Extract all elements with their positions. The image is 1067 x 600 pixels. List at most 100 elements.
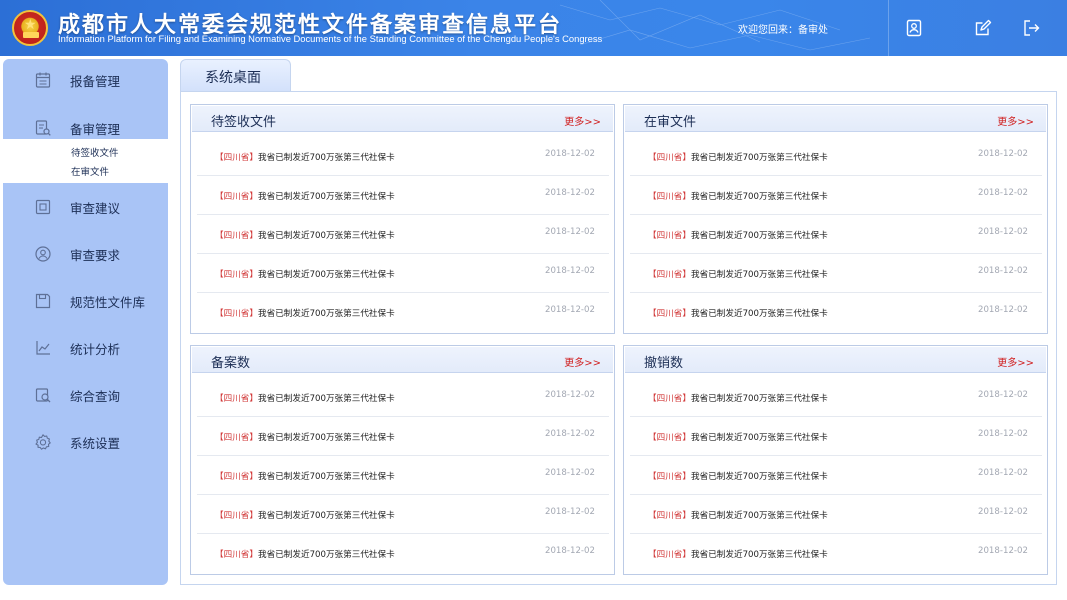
item-title[interactable]: 我省已制发近700万张第三代社保卡 — [258, 431, 395, 443]
item-title[interactable]: 我省已制发近700万张第三代社保卡 — [691, 470, 828, 482]
sidebar-item-label: 规范性文件库 — [70, 295, 146, 310]
item-date: 2018-12-02 — [978, 188, 1028, 198]
region-tag: 【四川省】 — [648, 433, 691, 443]
save-icon — [35, 293, 51, 309]
sidebar-item-suggestions[interactable]: 审查建议 — [3, 186, 168, 226]
region-tag: 【四川省】 — [215, 309, 258, 319]
item-date: 2018-12-02 — [545, 149, 595, 159]
logout-icon — [1024, 20, 1040, 36]
item-date: 2018-12-02 — [978, 266, 1028, 276]
item-date: 2018-12-02 — [978, 507, 1028, 517]
list-item[interactable]: 【四川省】 我省已制发近700万张第三代社保卡 2018-12-02 — [630, 176, 1042, 215]
item-title[interactable]: 我省已制发近700万张第三代社保卡 — [691, 548, 828, 560]
item-title[interactable]: 我省已制发近700万张第三代社保卡 — [258, 268, 395, 280]
more-link[interactable]: 更多>> — [564, 354, 601, 369]
sidebar-item-settings[interactable]: 系统设置 — [3, 421, 168, 461]
list-item[interactable]: 【四川省】 我省已制发近700万张第三代社保卡 2018-12-02 — [630, 378, 1042, 417]
region-tag: 【四川省】 — [215, 231, 258, 241]
item-date: 2018-12-02 — [545, 305, 595, 315]
region-tag: 【四川省】 — [215, 433, 258, 443]
list-item[interactable]: 【四川省】 我省已制发近700万张第三代社保卡 2018-12-02 — [197, 378, 609, 417]
item-date: 2018-12-02 — [978, 305, 1028, 315]
panel-revocation-count: 撤销数 更多>> 【四川省】 我省已制发近700万张第三代社保卡 2018-12… — [623, 345, 1048, 575]
logout-button[interactable] — [1006, 0, 1056, 56]
welcome-text: 欢迎您回来：备审处 — [738, 25, 828, 36]
document-search-icon — [35, 120, 51, 136]
panel-filing-count: 备案数 更多>> 【四川省】 我省已制发近700万张第三代社保卡 2018-12… — [190, 345, 615, 575]
panel-pending-sign: 待签收文件 更多>> 【四川省】 我省已制发近700万张第三代社保卡 2018-… — [190, 104, 615, 334]
item-title[interactable]: 我省已制发近700万张第三代社保卡 — [258, 190, 395, 202]
panel-header: 在审文件 更多>> — [625, 106, 1046, 132]
sidebar-item-filing[interactable]: 报备管理 — [3, 59, 168, 99]
more-link[interactable]: 更多>> — [997, 113, 1034, 128]
item-title[interactable]: 我省已制发近700万张第三代社保卡 — [691, 151, 828, 163]
sidebar-item-document-library[interactable]: 规范性文件库 — [3, 280, 168, 320]
item-title[interactable]: 我省已制发近700万张第三代社保卡 — [258, 229, 395, 241]
list-item[interactable]: 【四川省】 我省已制发近700万张第三代社保卡 2018-12-02 — [197, 176, 609, 215]
item-title[interactable]: 我省已制发近700万张第三代社保卡 — [258, 509, 395, 521]
list-item[interactable]: 【四川省】 我省已制发近700万张第三代社保卡 2018-12-02 — [630, 534, 1042, 573]
region-tag: 【四川省】 — [215, 153, 258, 163]
sidebar-item-label: 综合查询 — [70, 389, 121, 404]
sidebar-subitem-pending[interactable]: 待签收文件 — [71, 145, 119, 159]
panel-header: 撤销数 更多>> — [625, 347, 1046, 373]
item-title[interactable]: 我省已制发近700万张第三代社保卡 — [258, 470, 395, 482]
region-tag: 【四川省】 — [648, 550, 691, 560]
item-title[interactable]: 我省已制发近700万张第三代社保卡 — [691, 392, 828, 404]
item-title[interactable]: 我省已制发近700万张第三代社保卡 — [691, 229, 828, 241]
list-item[interactable]: 【四川省】 我省已制发近700万张第三代社保卡 2018-12-02 — [630, 456, 1042, 495]
region-tag: 【四川省】 — [648, 394, 691, 404]
list-item[interactable]: 【四川省】 我省已制发近700万张第三代社保卡 2018-12-02 — [197, 137, 609, 176]
sidebar-item-requirements[interactable]: 审查要求 — [3, 233, 168, 273]
tab-label: 系统桌面 — [205, 70, 261, 86]
region-tag: 【四川省】 — [215, 394, 258, 404]
item-title[interactable]: 我省已制发近700万张第三代社保卡 — [691, 307, 828, 319]
list-item[interactable]: 【四川省】 我省已制发近700万张第三代社保卡 2018-12-02 — [197, 215, 609, 254]
edit-button[interactable] — [958, 0, 1008, 56]
item-title[interactable]: 我省已制发近700万张第三代社保卡 — [691, 431, 828, 443]
item-date: 2018-12-02 — [978, 429, 1028, 439]
list-item[interactable]: 【四川省】 我省已制发近700万张第三代社保卡 2018-12-02 — [197, 456, 609, 495]
edit-icon — [975, 19, 992, 36]
more-link[interactable]: 更多>> — [564, 113, 601, 128]
sidebar-item-statistics[interactable]: 统计分析 — [3, 327, 168, 367]
chart-icon — [36, 341, 50, 355]
list-item[interactable]: 【四川省】 我省已制发近700万张第三代社保卡 2018-12-02 — [630, 293, 1042, 332]
item-title[interactable]: 我省已制发近700万张第三代社保卡 — [691, 268, 828, 280]
list-item[interactable]: 【四川省】 我省已制发近700万张第三代社保卡 2018-12-02 — [630, 417, 1042, 456]
more-link[interactable]: 更多>> — [997, 354, 1034, 369]
item-date: 2018-12-02 — [978, 546, 1028, 556]
panel-in-review: 在审文件 更多>> 【四川省】 我省已制发近700万张第三代社保卡 2018-1… — [623, 104, 1048, 334]
app-subtitle: Information Platform for Filing and Exam… — [58, 33, 603, 44]
item-title[interactable]: 我省已制发近700万张第三代社保卡 — [691, 509, 828, 521]
item-date: 2018-12-02 — [545, 507, 595, 517]
item-date: 2018-12-02 — [545, 468, 595, 478]
sidebar-subitem-in-review[interactable]: 在审文件 — [71, 164, 109, 178]
region-tag: 【四川省】 — [648, 192, 691, 202]
list-item[interactable]: 【四川省】 我省已制发近700万张第三代社保卡 2018-12-02 — [630, 495, 1042, 534]
item-date: 2018-12-02 — [978, 390, 1028, 400]
list-item[interactable]: 【四川省】 我省已制发近700万张第三代社保卡 2018-12-02 — [197, 293, 609, 332]
list-item[interactable]: 【四川省】 我省已制发近700万张第三代社保卡 2018-12-02 — [630, 215, 1042, 254]
item-title[interactable]: 我省已制发近700万张第三代社保卡 — [258, 151, 395, 163]
tab-system-desktop[interactable]: 系统桌面 — [180, 59, 291, 91]
list-item[interactable]: 【四川省】 我省已制发近700万张第三代社保卡 2018-12-02 — [197, 495, 609, 534]
item-title[interactable]: 我省已制发近700万张第三代社保卡 — [258, 392, 395, 404]
item-date: 2018-12-02 — [545, 546, 595, 556]
list-item[interactable]: 【四川省】 我省已制发近700万张第三代社保卡 2018-12-02 — [630, 254, 1042, 293]
list-item[interactable]: 【四川省】 我省已制发近700万张第三代社保卡 2018-12-02 — [630, 137, 1042, 176]
panel-title: 撤销数 — [644, 356, 684, 371]
person-circle-icon — [35, 246, 51, 262]
item-title[interactable]: 我省已制发近700万张第三代社保卡 — [258, 548, 395, 560]
item-title[interactable]: 我省已制发近700万张第三代社保卡 — [258, 307, 395, 319]
profile-button[interactable] — [888, 0, 938, 56]
item-title[interactable]: 我省已制发近700万张第三代社保卡 — [691, 190, 828, 202]
region-tag: 【四川省】 — [215, 472, 258, 482]
item-date: 2018-12-02 — [545, 266, 595, 276]
list-item[interactable]: 【四川省】 我省已制发近700万张第三代社保卡 2018-12-02 — [197, 534, 609, 573]
sidebar-item-query[interactable]: 综合查询 — [3, 374, 168, 414]
panel-header: 备案数 更多>> — [192, 347, 613, 373]
list-item[interactable]: 【四川省】 我省已制发近700万张第三代社保卡 2018-12-02 — [197, 417, 609, 456]
region-tag: 【四川省】 — [215, 511, 258, 521]
list-item[interactable]: 【四川省】 我省已制发近700万张第三代社保卡 2018-12-02 — [197, 254, 609, 293]
